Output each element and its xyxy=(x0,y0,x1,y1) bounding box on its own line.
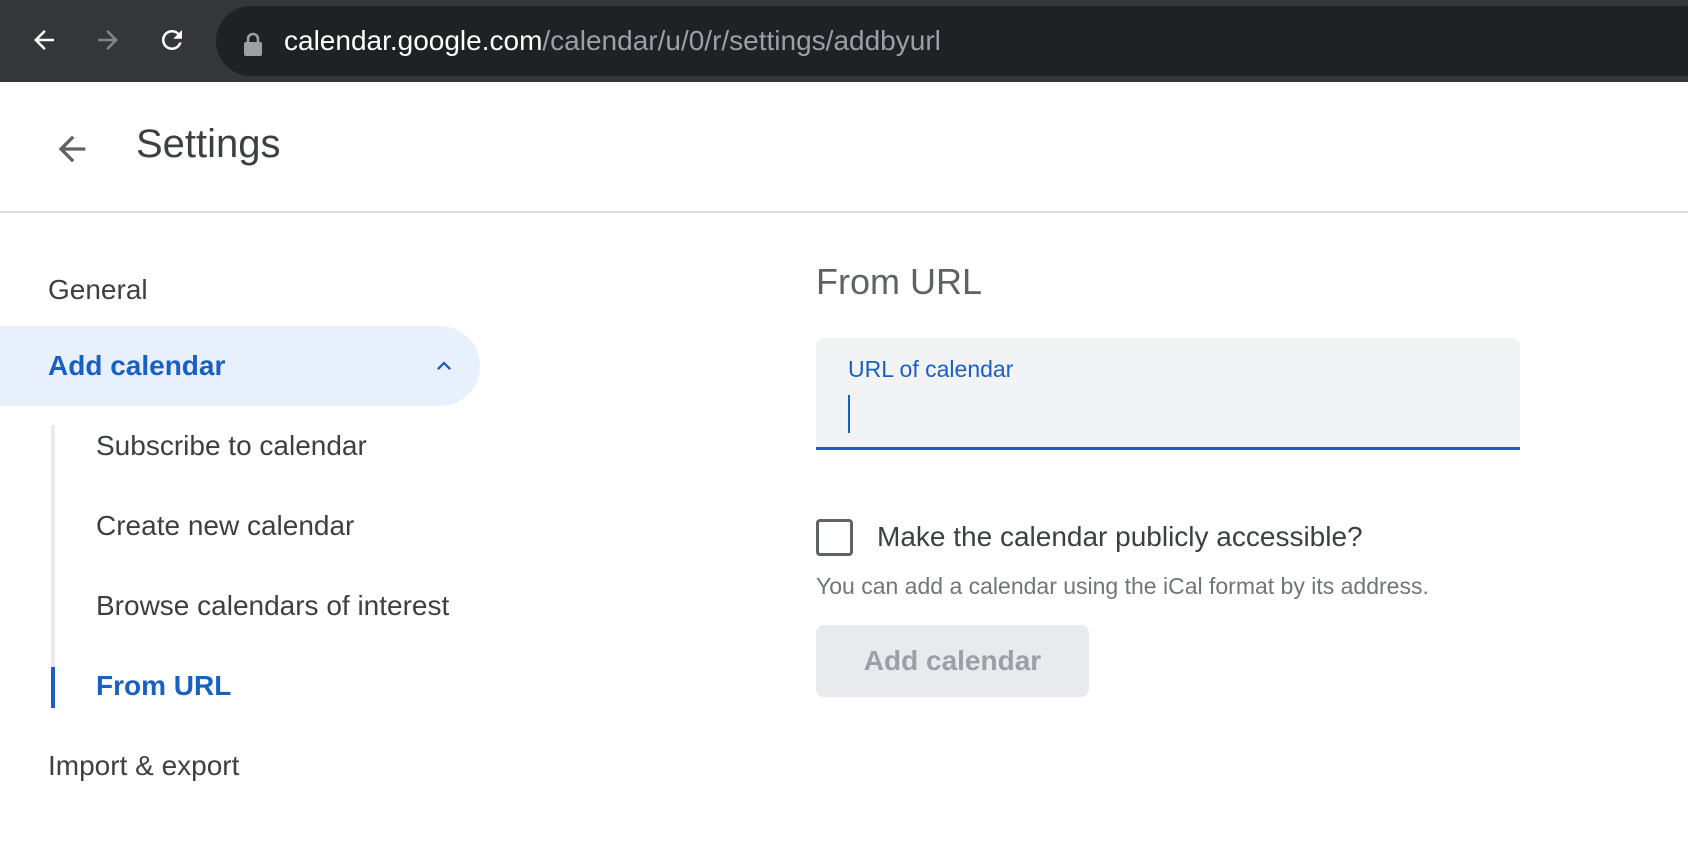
sidebar-item-import-export[interactable]: Import & export xyxy=(48,726,239,806)
add-calendar-button[interactable]: Add calendar xyxy=(816,625,1089,697)
section-title: From URL xyxy=(816,261,983,302)
settings-sidebar: General Add calendar Subscribe to calend… xyxy=(0,215,500,850)
back-button[interactable] xyxy=(48,125,96,173)
reload-icon xyxy=(162,30,182,50)
url-input[interactable] xyxy=(848,392,1488,434)
submenu-track xyxy=(51,425,55,708)
arrow-left-icon xyxy=(34,30,54,50)
browser-toolbar: calendar.google.com/calendar/u/0/r/setti… xyxy=(0,0,1688,82)
public-checkbox-row: Make the calendar publicly accessible? xyxy=(816,517,1363,557)
address-url: calendar.google.com/calendar/u/0/r/setti… xyxy=(284,24,941,58)
helper-text: You can add a calendar using the iCal fo… xyxy=(816,573,1429,599)
url-path: /calendar/u/0/r/settings/addbyurl xyxy=(542,25,941,56)
url-host: calendar.google.com xyxy=(284,25,543,56)
sidebar-item-create-new-calendar[interactable]: Create new calendar xyxy=(96,486,354,566)
public-checkbox-label[interactable]: Make the calendar publicly accessible? xyxy=(877,521,1363,553)
browser-forward-button[interactable] xyxy=(86,18,130,62)
settings-header: Settings xyxy=(0,82,1688,213)
main-panel: From URL URL of calendar Make the calend… xyxy=(816,215,1676,850)
submenu-active-indicator xyxy=(51,667,55,708)
browser-reload-button[interactable] xyxy=(150,18,194,62)
sidebar-item-browse-calendars[interactable]: Browse calendars of interest xyxy=(96,566,449,646)
lock-icon xyxy=(242,31,264,62)
arrow-left-icon xyxy=(58,135,86,163)
url-field-label: URL of calendar xyxy=(848,356,1014,382)
sidebar-item-from-url[interactable]: From URL xyxy=(96,646,231,726)
browser-back-button[interactable] xyxy=(22,18,66,62)
chevron-up-icon[interactable] xyxy=(430,352,458,387)
sidebar-item-label: Add calendar xyxy=(48,350,226,381)
sidebar-item-subscribe-to-calendar[interactable]: Subscribe to calendar xyxy=(96,406,367,486)
address-bar[interactable]: calendar.google.com/calendar/u/0/r/setti… xyxy=(216,6,1688,76)
public-checkbox[interactable] xyxy=(816,518,853,556)
sidebar-item-general[interactable]: General xyxy=(48,250,148,330)
url-field[interactable]: URL of calendar xyxy=(816,338,1520,450)
page-title: Settings xyxy=(136,122,281,166)
sidebar-item-add-calendar[interactable]: Add calendar xyxy=(0,326,480,406)
arrow-right-icon xyxy=(98,30,118,50)
